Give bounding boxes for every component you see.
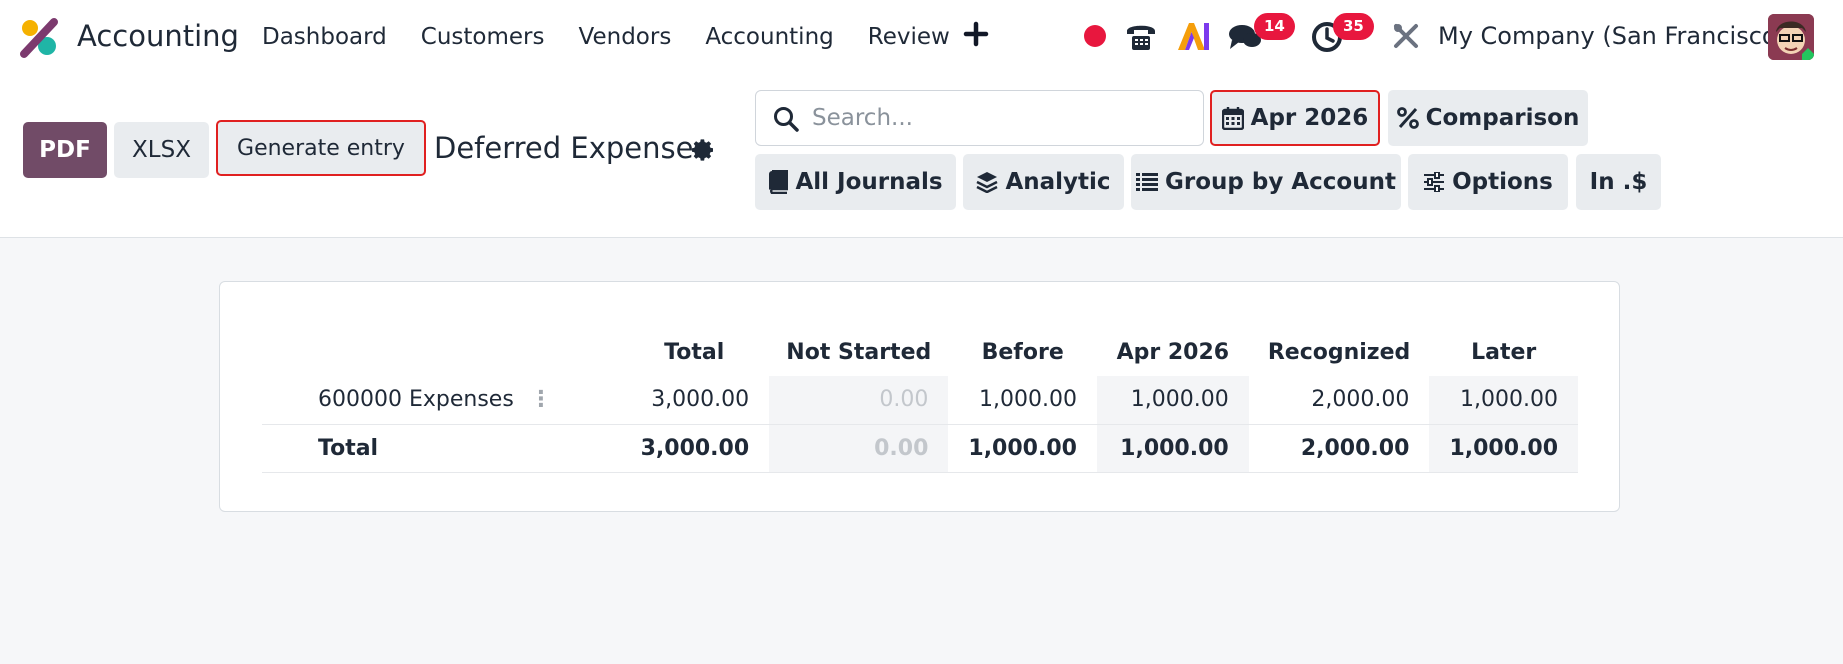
menu-dashboard[interactable]: Dashboard xyxy=(262,24,387,50)
book-icon xyxy=(769,170,789,194)
cell-before: 1,000.00 xyxy=(948,376,1097,425)
column-header-account xyxy=(262,328,619,376)
menu-vendors[interactable]: Vendors xyxy=(579,24,672,50)
generate-entry-button[interactable]: Generate entry xyxy=(216,120,426,176)
report-card: Total Not Started Before Apr 2026 Recogn… xyxy=(219,281,1620,512)
currency-label: In .$ xyxy=(1589,169,1648,195)
total-cell-not-started: 0.00 xyxy=(769,424,949,473)
column-header[interactable]: Later xyxy=(1429,328,1578,376)
app-logo-icon[interactable] xyxy=(20,18,60,58)
cell-total: 3,000.00 xyxy=(619,376,770,425)
layers-icon xyxy=(976,172,999,193)
main-menu: Dashboard Customers Vendors Accounting R… xyxy=(262,24,984,50)
avatar[interactable] xyxy=(1768,14,1814,60)
app-name[interactable]: Accounting xyxy=(77,19,239,53)
record-icon[interactable] xyxy=(1084,25,1106,47)
list-icon xyxy=(1136,173,1159,191)
kebab-icon[interactable]: ⋮ xyxy=(530,387,552,412)
plus-icon[interactable] xyxy=(962,20,990,48)
phone-icon[interactable] xyxy=(1124,20,1158,52)
journals-label: All Journals xyxy=(795,169,943,195)
total-cell-total: 3,000.00 xyxy=(619,424,770,473)
xlsx-button[interactable]: XLSX xyxy=(114,122,209,178)
control-panel: PDF XLSX Generate entry Deferred Expense… xyxy=(0,72,1843,238)
column-header[interactable]: Recognized xyxy=(1249,328,1430,376)
tools-icon[interactable] xyxy=(1391,21,1421,51)
chat-count-badge: 14 xyxy=(1254,13,1295,40)
group-by-label: Group by Account xyxy=(1165,169,1396,195)
company-switcher[interactable]: My Company (San Francisco) xyxy=(1438,22,1786,50)
account-name[interactable]: 600000 Expenses xyxy=(318,387,514,412)
total-row: Total 3,000.00 0.00 1,000.00 1,000.00 2,… xyxy=(262,424,1578,473)
column-header[interactable]: Not Started xyxy=(769,328,948,376)
search-input[interactable] xyxy=(812,91,1192,145)
cell-later: 1,000.00 xyxy=(1429,376,1578,425)
deferred-expense-table: Total Not Started Before Apr 2026 Recogn… xyxy=(262,328,1578,473)
analytic-filter-button[interactable]: Analytic xyxy=(963,154,1124,210)
menu-customers[interactable]: Customers xyxy=(421,24,545,50)
menu-review[interactable]: Review xyxy=(868,24,950,50)
analytic-label: Analytic xyxy=(1005,169,1111,195)
sliders-icon xyxy=(1424,172,1445,192)
calendar-icon xyxy=(1221,107,1244,130)
pdf-button[interactable]: PDF xyxy=(23,122,107,178)
comparison-button[interactable]: Comparison xyxy=(1388,90,1588,146)
total-label: Total xyxy=(262,424,620,473)
options-button[interactable]: Options xyxy=(1408,154,1568,210)
cell-current: 1,000.00 xyxy=(1096,376,1249,425)
menu-accounting[interactable]: Accounting xyxy=(705,24,833,50)
avatar-image xyxy=(1768,14,1814,60)
column-header[interactable]: Apr 2026 xyxy=(1097,328,1249,376)
page-title: Deferred Expense xyxy=(434,131,694,165)
search-icon xyxy=(774,107,799,132)
total-cell-recognized: 2,000.00 xyxy=(1248,424,1430,473)
account-cell[interactable]: 600000 Expenses ⋮ xyxy=(262,376,620,425)
search-box[interactable] xyxy=(755,90,1204,146)
currency-button[interactable]: In .$ xyxy=(1576,154,1661,210)
date-filter-label: Apr 2026 xyxy=(1250,105,1369,131)
comparison-label: Comparison xyxy=(1425,105,1580,131)
table-header: Total Not Started Before Apr 2026 Recogn… xyxy=(262,328,1578,376)
journals-filter-button[interactable]: All Journals xyxy=(755,154,956,210)
column-header[interactable]: Total xyxy=(619,328,769,376)
total-cell-before: 1,000.00 xyxy=(948,424,1097,473)
cell-recognized: 2,000.00 xyxy=(1248,376,1430,425)
total-cell-later: 1,000.00 xyxy=(1429,424,1578,473)
options-label: Options xyxy=(1452,169,1553,195)
percent-icon xyxy=(1396,107,1419,129)
ai-icon[interactable] xyxy=(1176,20,1210,52)
column-header[interactable]: Before xyxy=(948,328,1097,376)
total-cell-current: 1,000.00 xyxy=(1096,424,1249,473)
gear-icon[interactable] xyxy=(692,138,716,162)
activity-count-badge: 35 xyxy=(1333,13,1374,40)
date-filter-button[interactable]: Apr 2026 xyxy=(1210,90,1380,146)
top-navbar: Accounting Dashboard Customers Vendors A… xyxy=(0,0,1843,72)
cell-not-started: 0.00 xyxy=(769,376,949,425)
table-row[interactable]: 600000 Expenses ⋮ 3,000.00 0.00 1,000.00 … xyxy=(262,376,1578,425)
group-by-button[interactable]: Group by Account xyxy=(1131,154,1401,210)
